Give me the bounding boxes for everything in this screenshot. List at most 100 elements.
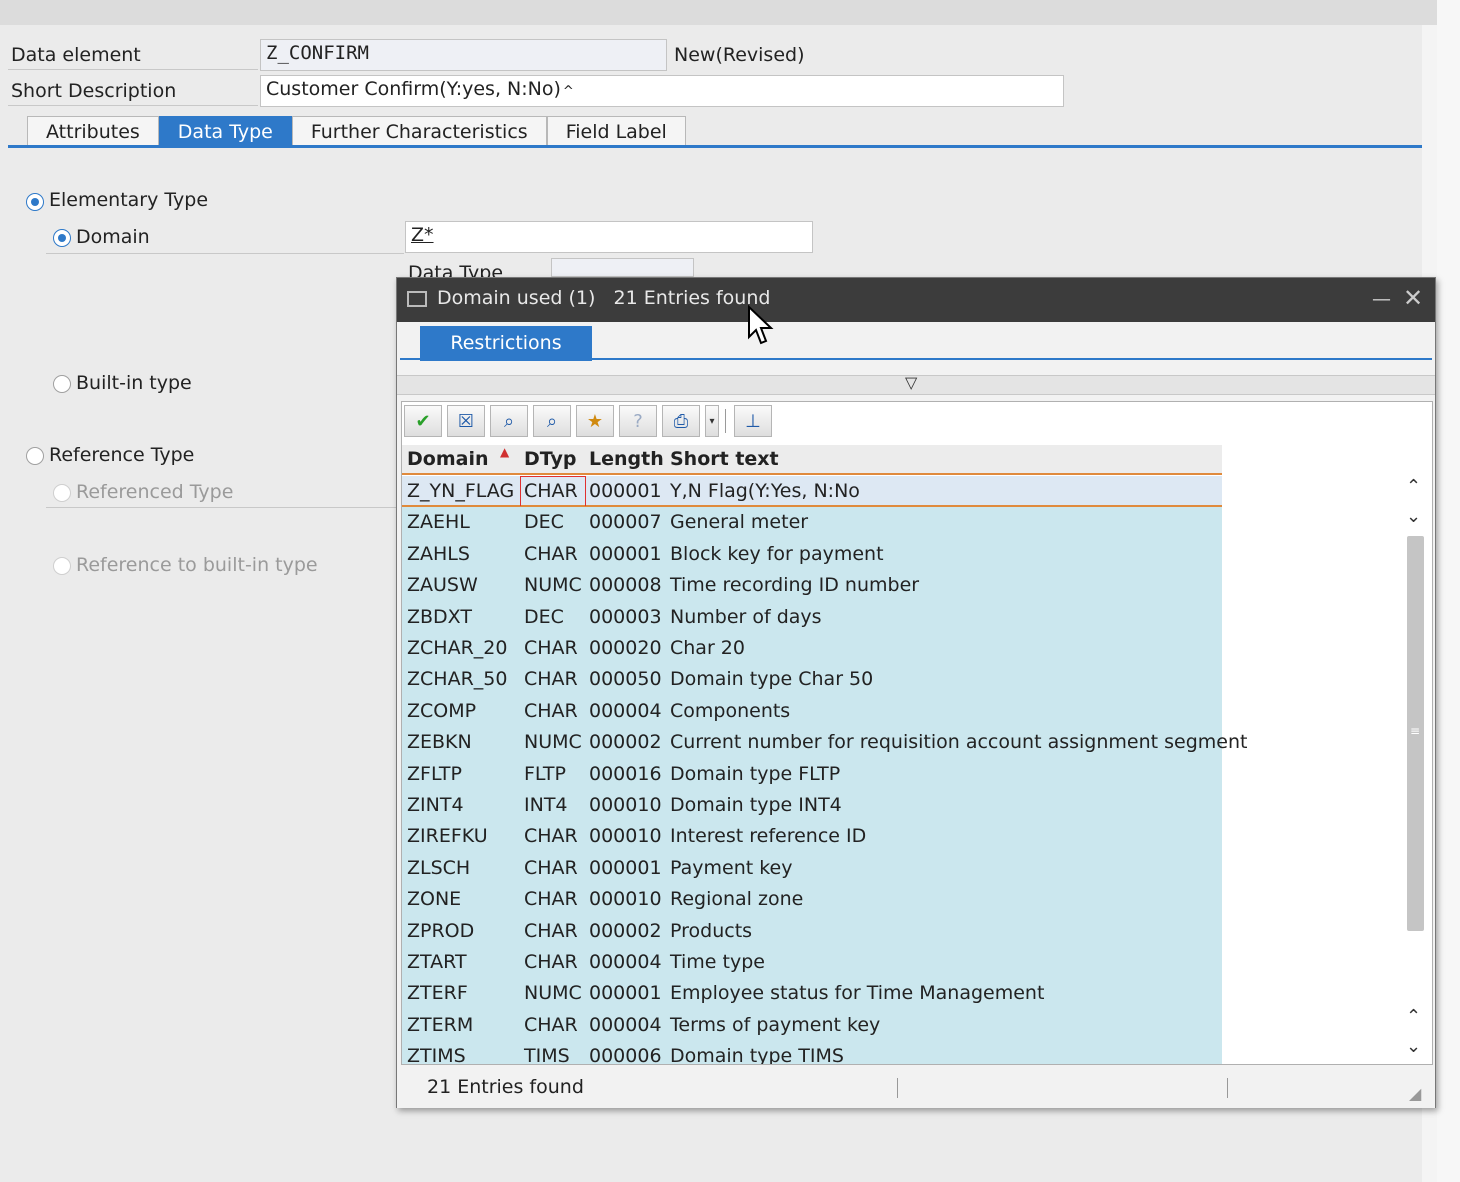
col-length[interactable]: Length	[589, 448, 664, 470]
scroll-thumb[interactable]: ≡	[1407, 536, 1424, 931]
cancel-icon[interactable]: ☒	[447, 405, 485, 437]
referenced-type-radio	[53, 484, 71, 502]
hit-list: ✔ ☒ ⌕ ⌕ ★ ? ⎙ ▾ ⊥ Domain ▲ DTyp Length S…	[401, 401, 1433, 1065]
table-row[interactable]: ZTIMS TIMS 000006 Domain type TIMS	[402, 1041, 1222, 1064]
cell-dtyp: CHAR	[524, 951, 578, 973]
table-row[interactable]: ZBDXT DEC 000003 Number of days	[402, 601, 1222, 633]
table-row[interactable]: ZEBKN NUMC 000002 Current number for requis…	[402, 727, 1247, 759]
page-down-icon[interactable]: ⌄	[1406, 1036, 1421, 1057]
cell-domain: ZAUSW	[407, 574, 478, 597]
cell-dtyp: CHAR	[524, 919, 578, 942]
tab-field-label[interactable]: Field Label	[546, 116, 686, 146]
table-row[interactable]: ZIREFKU CHAR 000010 Interest reference ID	[402, 821, 1222, 853]
short-description-field[interactable]: Customer Confirm(Y:yes, N:No) ^	[260, 75, 1064, 107]
help-icon[interactable]: ?	[619, 405, 657, 437]
cell-short-text: Time recording ID number	[670, 574, 920, 597]
cell-dtyp: CHAR	[524, 856, 578, 879]
cell-length: 000016	[589, 762, 662, 785]
table-row[interactable]: ZTERM CHAR 000004 Terms of payment key	[402, 1009, 1222, 1042]
close-icon[interactable]: ✕	[1403, 284, 1423, 312]
cell-domain: ZTART	[407, 951, 467, 973]
elementary-type-radio[interactable]	[26, 193, 44, 211]
collapse-bar[interactable]: ▽	[397, 373, 1435, 395]
builtin-type-label: Built-in type	[76, 372, 192, 394]
print-dropdown-icon[interactable]: ▾	[705, 405, 719, 437]
status-text: 21 Entries found	[427, 1076, 584, 1098]
col-dtyp[interactable]: DTyp	[524, 448, 576, 470]
cell-dtyp: CHAR	[524, 480, 578, 502]
binoculars-icon[interactable]: ⌕	[490, 405, 528, 437]
check-icon[interactable]: ✔	[404, 405, 442, 437]
favorite-add-icon[interactable]: ★	[576, 405, 614, 437]
tab-restrictions[interactable]: Restrictions	[420, 326, 592, 361]
cell-dtyp: FLTP	[524, 762, 566, 785]
cell-dtyp: CHAR	[524, 668, 578, 691]
triangle-down-icon[interactable]: ▽	[905, 373, 917, 392]
scroll-up-icon[interactable]: ⌃	[1406, 476, 1421, 497]
table-row[interactable]: ZTERF NUMC 000001 Employee status for Time …	[402, 978, 1222, 1010]
col-domain[interactable]: Domain	[407, 448, 488, 470]
table-row[interactable]: ZLSCH CHAR 000001 Payment key	[402, 852, 1222, 885]
table-row[interactable]: ZCOMP CHAR 000004 Components	[402, 695, 1222, 728]
cell-dtyp: CHAR	[524, 542, 578, 565]
cell-short-text: Employee status for Time Management	[670, 982, 1045, 1005]
data-element-status: New(Revised)	[674, 44, 805, 66]
cell-short-text: Components	[670, 699, 791, 722]
status-separator	[897, 1078, 898, 1098]
sort-ascending-icon: ▲	[500, 445, 510, 459]
table-row[interactable]: ZPROD CHAR 000002 Products	[402, 915, 1222, 947]
table-row[interactable]: ZCHAR_20 CHAR 000020 Char 20	[402, 633, 1222, 665]
table-row[interactable]: ZONE CHAR 000010 Regional zone	[402, 884, 1222, 916]
data-element-label: Data element	[11, 44, 141, 66]
resize-grip-icon[interactable]: ◢	[1409, 1084, 1421, 1103]
table-row[interactable]: ZAEHL DEC 000007 General meter	[402, 507, 1222, 539]
reference-type-radio[interactable]	[26, 447, 44, 465]
divider	[46, 507, 396, 508]
table-row[interactable]: ZTART CHAR 000004 Time type	[402, 947, 1222, 979]
table-row[interactable]: ZAHLS CHAR 000001 Block key for payment	[402, 538, 1222, 571]
cell-length: 000001	[589, 480, 662, 502]
popup-title-bar[interactable]: Domain used (1) 21 Entries found — ✕	[397, 278, 1435, 322]
cell-domain: ZBDXT	[407, 605, 472, 628]
data-element-field[interactable]: Z_CONFIRM	[260, 39, 667, 71]
tab-data-type[interactable]: Data Type	[158, 116, 292, 146]
short-description-value: Customer Confirm(Y:yes, N:No)	[266, 78, 561, 100]
cell-domain: ZONE	[407, 888, 462, 911]
cell-short-text: Y,N Flag(Y:Yes, N:No	[670, 480, 860, 502]
cell-dtyp: CHAR	[524, 699, 578, 722]
tab-further-characteristics[interactable]: Further Characteristics	[291, 116, 547, 146]
domain-radio[interactable]	[53, 229, 71, 247]
pin-icon[interactable]: ⊥	[734, 405, 772, 437]
top-bar	[0, 0, 1437, 25]
cell-dtyp: NUMC	[524, 731, 582, 754]
cell-length: 000001	[589, 856, 662, 879]
cell-domain: ZLSCH	[407, 856, 471, 879]
cell-dtyp: NUMC	[524, 982, 582, 1005]
find-next-icon[interactable]: ⌕	[533, 405, 571, 437]
data-type-field[interactable]	[551, 258, 694, 277]
tab-underline	[8, 145, 1422, 148]
table-row[interactable]: ZFLTP FLTP 000016 Domain type FLTP	[402, 758, 1222, 790]
print-icon[interactable]: ⎙	[662, 405, 700, 437]
vertical-scrollbar[interactable]: ⌃ ⌄ ≡ ⌃ ⌄	[1402, 476, 1430, 1064]
tab-attributes[interactable]: Attributes	[27, 116, 159, 146]
table-row[interactable]: ZINT4 INT4 000010 Domain type INT4	[402, 790, 1222, 822]
table-row[interactable]: ZAUSW NUMC 000008 Time recording ID number	[402, 570, 1222, 602]
cell-dtyp: INT4	[524, 794, 568, 816]
status-separator	[1227, 1078, 1228, 1098]
cell-dtyp: CHAR	[524, 637, 578, 659]
builtin-type-radio[interactable]	[53, 375, 71, 393]
page-up-icon[interactable]: ⌃	[1406, 1006, 1421, 1027]
cell-domain: ZAEHL	[407, 511, 470, 534]
col-short-text[interactable]: Short text	[670, 448, 779, 470]
table-row[interactable]: ZCHAR_50 CHAR 000050 Domain type Char 50	[402, 664, 1222, 696]
scroll-down-icon[interactable]: ⌄	[1406, 506, 1421, 527]
cell-short-text: Domain type FLTP	[670, 762, 841, 785]
domain-input[interactable]: Z*	[405, 221, 813, 253]
cell-domain: ZTERM	[407, 1013, 474, 1036]
table-row[interactable]: Z_YN_FLAG CHAR 000001 Y,N Flag(Y:Yes, N:No	[402, 476, 1222, 508]
short-description-label: Short Description	[11, 80, 177, 102]
minimize-icon[interactable]: —	[1372, 288, 1391, 310]
cell-domain: ZCOMP	[407, 699, 477, 722]
cell-length: 000008	[589, 574, 662, 597]
